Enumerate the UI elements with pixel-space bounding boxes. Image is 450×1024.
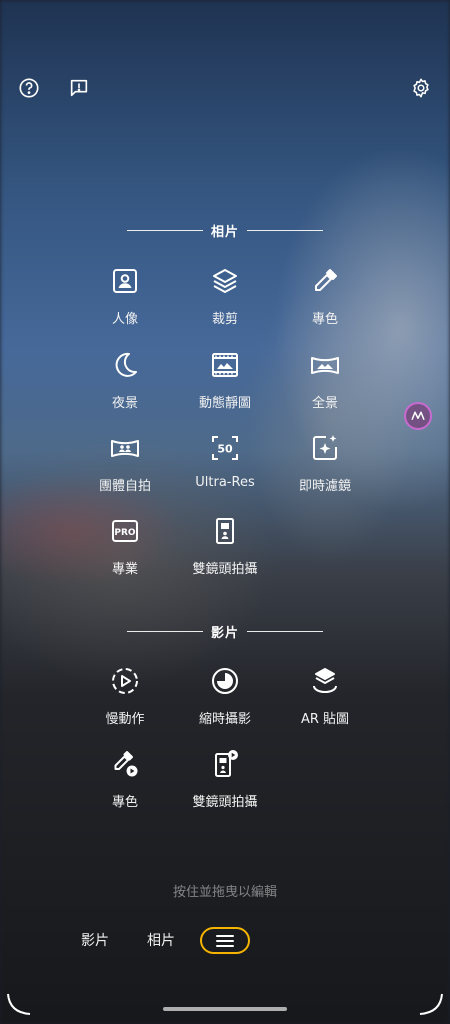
- mode-label: 專業: [111, 562, 138, 577]
- mode-label: 人像: [111, 312, 138, 327]
- mode-spot-color-video[interactable]: 專色: [70, 746, 180, 820]
- feedback-icon: [70, 79, 88, 97]
- feedback-button[interactable]: [63, 72, 95, 104]
- mode-dual-capture[interactable]: 雙鏡頭拍攝: [170, 513, 280, 587]
- mode-label: 雙鏡頭拍攝: [192, 562, 258, 577]
- divider: [126, 630, 203, 632]
- mode-label: 動態靜圖: [198, 396, 251, 411]
- group-selfie-icon: [107, 430, 143, 466]
- mode-label: 專色: [111, 795, 138, 810]
- film-photo-icon: [207, 347, 243, 383]
- svg-text:PRO: PRO: [114, 528, 136, 538]
- svg-text:50: 50: [217, 443, 233, 456]
- mode-label: 夜景: [111, 396, 138, 411]
- corner-edge-left: [7, 993, 31, 1015]
- ar-stickers-icon: [307, 663, 343, 699]
- mode-pro[interactable]: PRO 專業: [70, 513, 180, 587]
- mode-label: Ultra-Res: [195, 475, 255, 490]
- motorola-logo-icon: [411, 411, 425, 421]
- mode-label: 裁剪: [211, 312, 238, 327]
- mode-group-selfie[interactable]: 團體自拍: [70, 430, 180, 504]
- pro-icon: PRO: [107, 513, 143, 549]
- mode-label: 縮時攝影: [198, 712, 251, 727]
- mode-ultra-res[interactable]: 50 Ultra-Res: [170, 430, 280, 504]
- panorama-icon: [307, 347, 343, 383]
- video-section-header: 影片: [0, 621, 450, 641]
- mode-label: AR 貼圖: [300, 712, 350, 727]
- hamburger-menu-icon: [216, 934, 234, 947]
- settings-button[interactable]: [405, 72, 437, 104]
- mode-cinemagraph[interactable]: 動態靜圖: [170, 347, 280, 421]
- mode-night[interactable]: 夜景: [70, 347, 180, 421]
- crop-layers-icon: [207, 263, 243, 299]
- divider: [247, 630, 323, 632]
- mode-spot-color[interactable]: 專色: [270, 263, 380, 337]
- moon-icon: [107, 347, 143, 383]
- mode-slow-motion[interactable]: 慢動作: [70, 663, 180, 737]
- slow-motion-icon: [107, 663, 143, 699]
- tab-video[interactable]: 影片: [81, 930, 109, 950]
- gear-icon: [413, 78, 429, 98]
- mode-label: 雙鏡頭拍攝: [192, 795, 258, 810]
- mode-label: 全景: [311, 396, 338, 411]
- mode-portrait[interactable]: 人像: [70, 263, 180, 337]
- all-modes-menu-button[interactable]: [200, 927, 250, 954]
- ultra-res-50-icon: 50: [207, 430, 243, 466]
- mode-label: 即時濾鏡: [298, 479, 351, 494]
- sparkle-filter-icon: [307, 430, 343, 466]
- gesture-nav-handle[interactable]: [163, 1007, 287, 1011]
- dual-capture-icon: [207, 513, 243, 549]
- drag-edit-hint: 按住並拖曳以編輯: [172, 885, 277, 900]
- video-section-title: 影片: [210, 625, 239, 641]
- portrait-icon: [107, 263, 143, 299]
- help-icon-button[interactable]: [13, 72, 45, 104]
- tab-photo[interactable]: 相片: [147, 930, 175, 950]
- eyedropper-icon: [307, 263, 343, 299]
- mode-live-filter[interactable]: 即時濾鏡: [270, 430, 380, 504]
- mode-crop[interactable]: 裁剪: [170, 263, 280, 337]
- divider: [247, 229, 323, 231]
- moto-assistant-button[interactable]: [404, 402, 432, 430]
- mode-label: 團體自拍: [98, 479, 151, 494]
- mode-label: 慢動作: [105, 712, 145, 727]
- photo-section-title: 相片: [210, 224, 239, 240]
- mode-ar-stickers[interactable]: AR 貼圖: [270, 663, 380, 737]
- mode-timelapse[interactable]: 縮時攝影: [170, 663, 280, 737]
- divider: [126, 229, 203, 231]
- timelapse-icon: [207, 663, 243, 699]
- mode-dual-capture-video[interactable]: 雙鏡頭拍攝: [170, 746, 280, 820]
- photo-section-header: 相片: [0, 220, 450, 240]
- mode-label: 專色: [311, 312, 338, 327]
- eyedropper-video-icon: [107, 746, 143, 782]
- mode-panorama[interactable]: 全景: [270, 347, 380, 421]
- dual-capture-video-icon: [207, 746, 243, 782]
- corner-edge-right: [419, 993, 443, 1015]
- help-circle-icon: [19, 78, 39, 98]
